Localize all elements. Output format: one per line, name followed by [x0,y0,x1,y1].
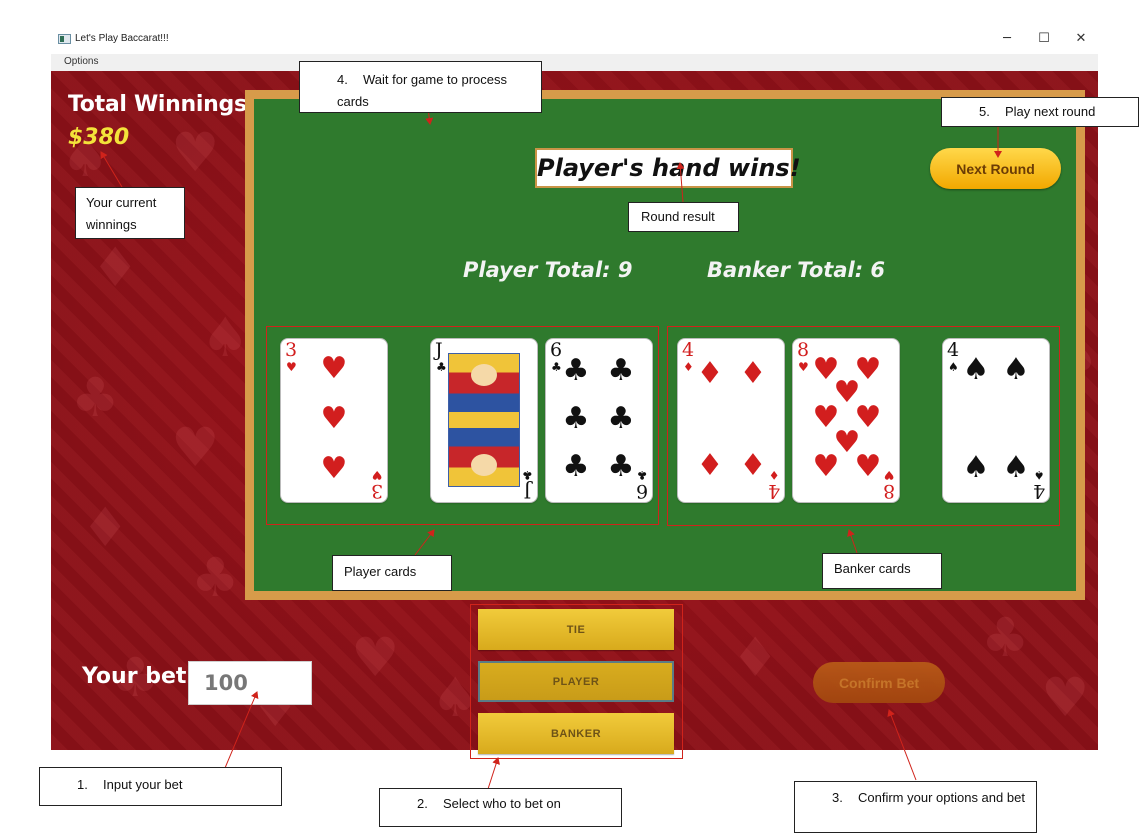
arrow-step3 [887,709,917,781]
arrow-player-cards [414,529,435,556]
annotation-current-winnings: Your current winnings [75,187,185,239]
arrow-step1 [224,691,259,769]
annotation-player-cards: Player cards [332,555,452,591]
annotation-step2: 2. Select who to bet on [379,788,622,827]
arrow-round-result [676,162,685,203]
annotation-step3: 3. Confirm your options and bet [794,781,1037,833]
annotation-step1: 1. Input your bet [39,767,282,806]
annotation-step5: 5. Play next round [941,97,1139,127]
arrow-winnings [100,151,123,188]
arrow-step2 [487,757,500,790]
annotation-step4: 4. Wait for game to process cards [299,61,542,113]
annotation-round-result: Round result [628,202,739,232]
annotation-banker-cards: Banker cards [822,553,942,589]
arrow-banker-cards [847,529,858,554]
